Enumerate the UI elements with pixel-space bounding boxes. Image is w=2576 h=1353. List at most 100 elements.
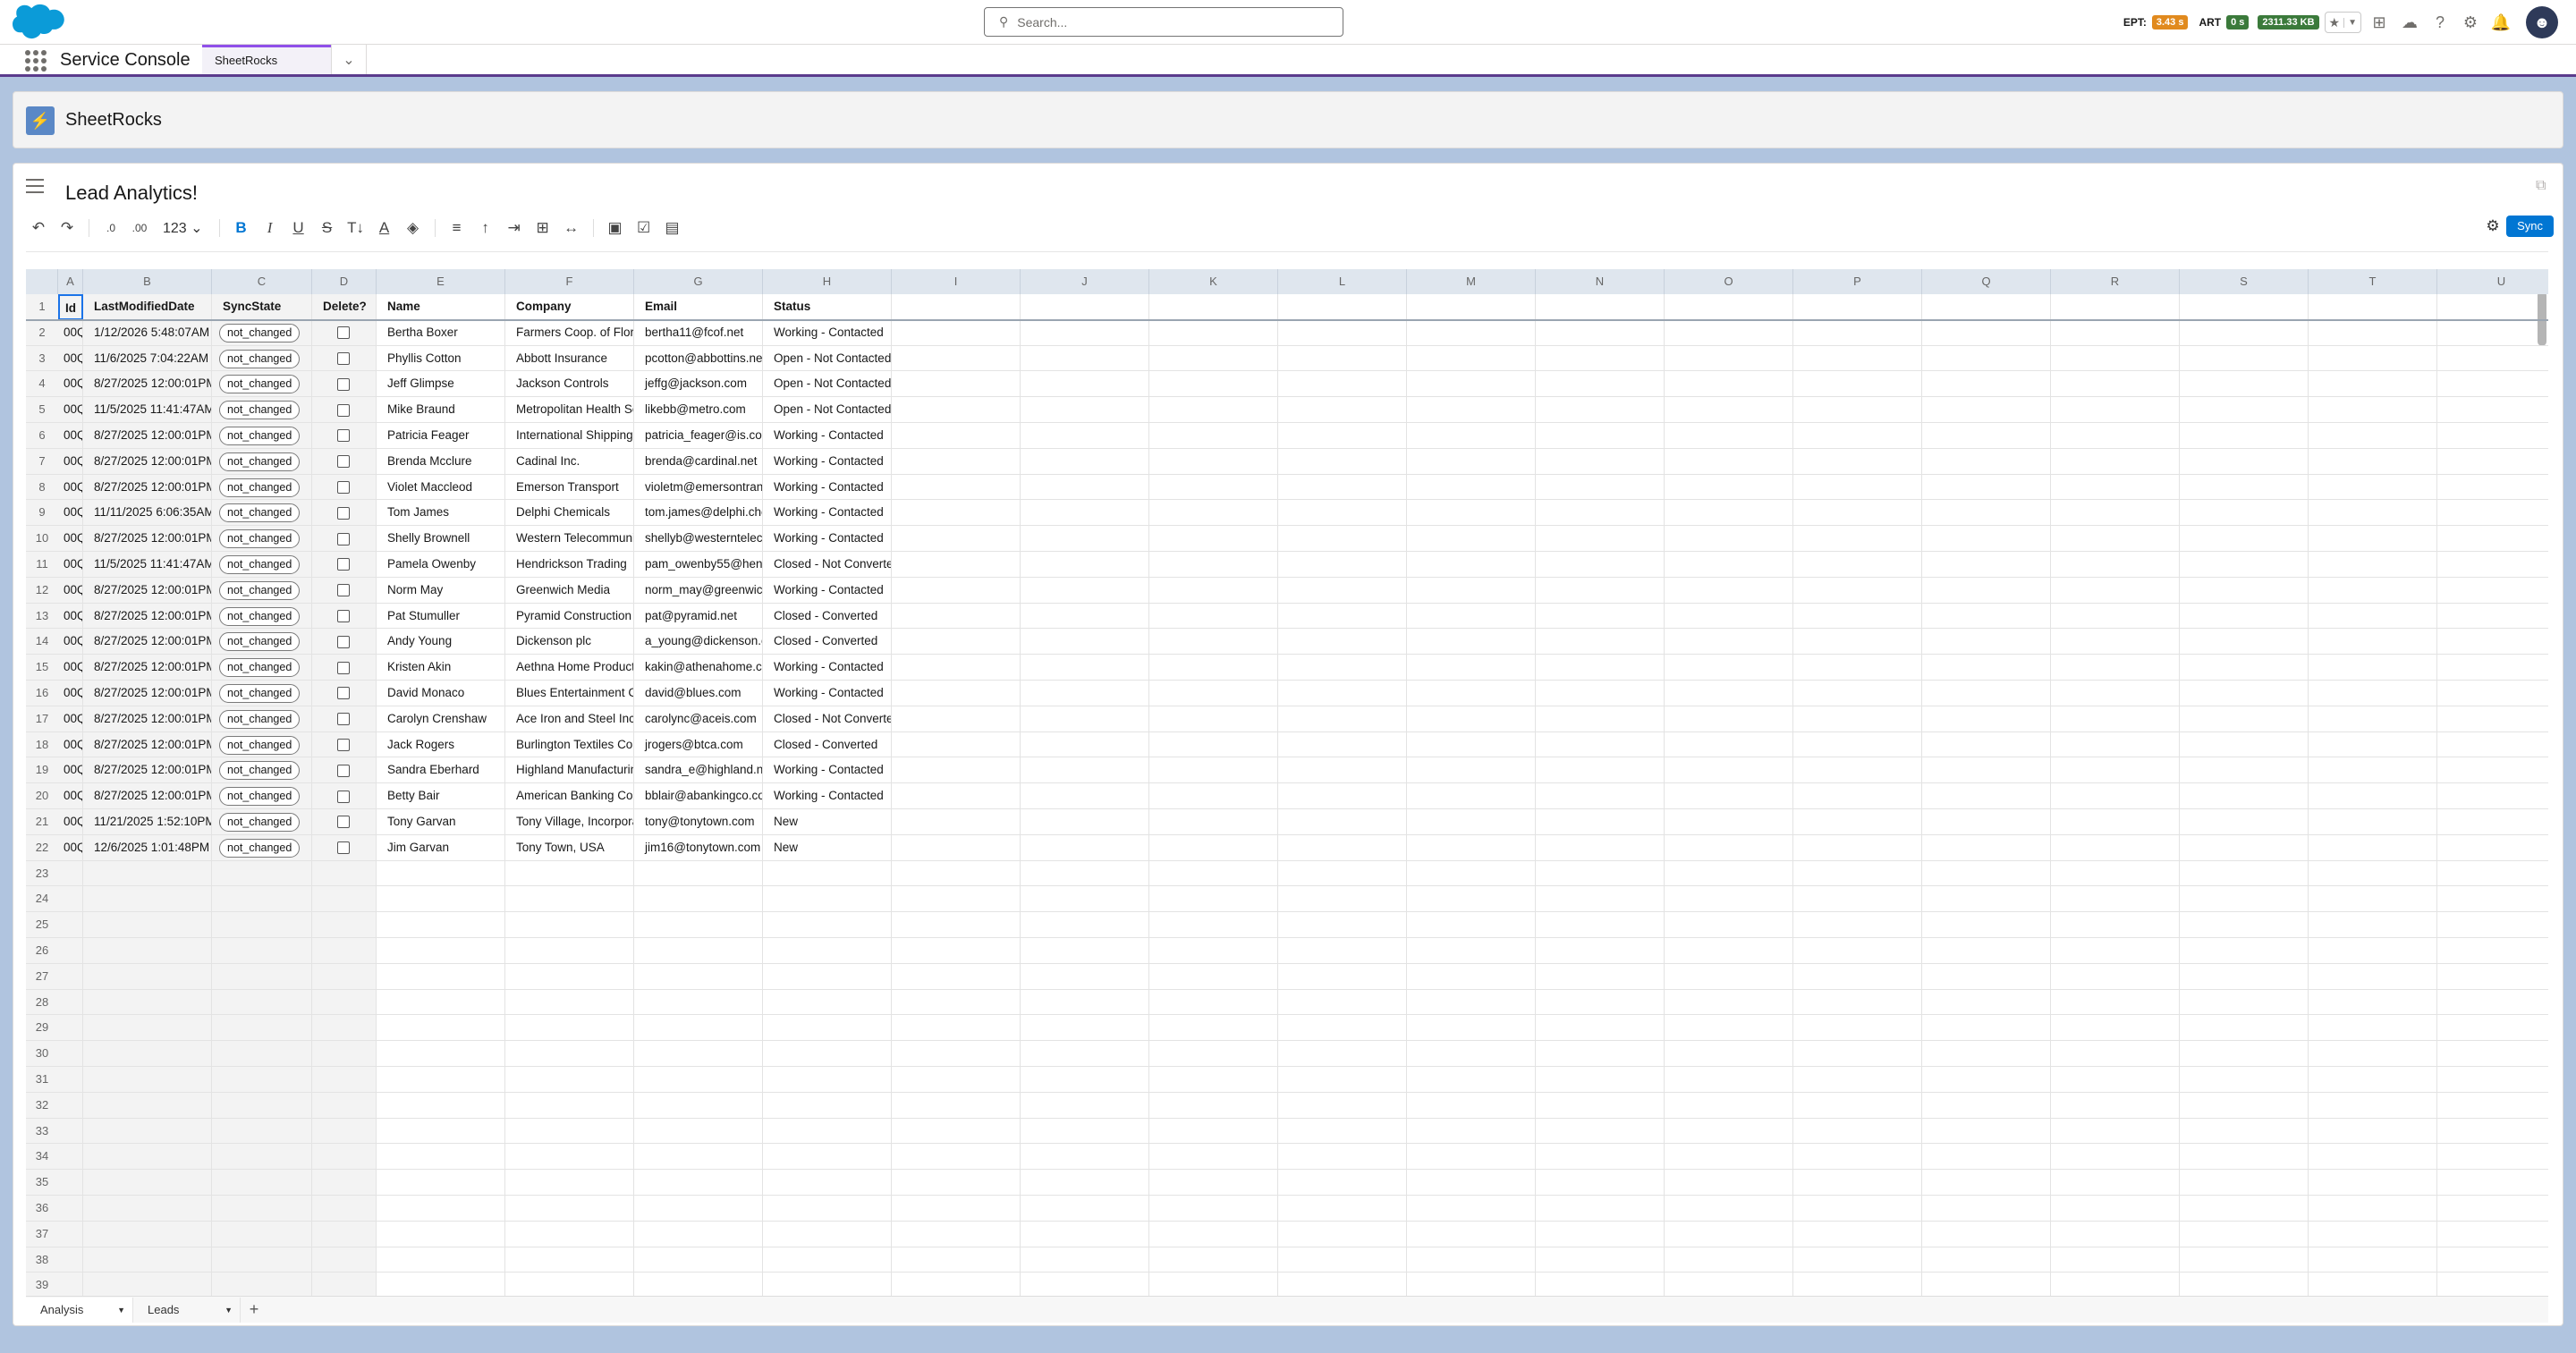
grid-cell[interactable] — [634, 1221, 763, 1247]
grid-cell[interactable] — [312, 1196, 377, 1222]
grid-cell[interactable]: Jeff Glimpse — [377, 371, 505, 398]
grid-cell[interactable] — [1278, 603, 1407, 630]
grid-cell[interactable] — [763, 886, 892, 913]
grid-cell[interactable]: tom.james@delphi.chemicals.com — [634, 500, 763, 527]
delete-checkbox[interactable] — [337, 326, 350, 340]
grid-cell[interactable] — [58, 1092, 83, 1119]
grid-cell[interactable] — [2309, 938, 2437, 964]
grid-cell[interactable] — [1665, 423, 1793, 449]
grid-cell[interactable] — [763, 938, 892, 964]
delete-checkbox[interactable] — [337, 790, 350, 803]
grid-cell[interactable] — [1021, 963, 1149, 990]
row-header[interactable]: 11 — [26, 552, 58, 578]
align-left-icon[interactable]: ≡ — [443, 216, 471, 241]
global-search-input[interactable]: ⚲ Search... — [984, 7, 1343, 37]
grid-cell[interactable]: 8/27/2025 12:00:01PM — [83, 681, 212, 706]
row-header[interactable]: 3 — [26, 345, 58, 372]
row-header[interactable]: 20 — [26, 783, 58, 809]
grid-cell[interactable] — [1536, 1221, 1665, 1247]
column-header[interactable]: O — [1665, 269, 1793, 294]
grid-cell[interactable]: Jim Garvan — [377, 834, 505, 861]
grid-cell[interactable] — [2437, 423, 2548, 449]
delete-checkbox[interactable] — [337, 506, 350, 520]
grid-cell[interactable]: Working - Contacted — [763, 655, 892, 681]
grid-cell[interactable] — [1278, 1041, 1407, 1067]
grid-cell[interactable] — [2437, 500, 2548, 527]
grid-cell[interactable] — [1149, 1041, 1278, 1067]
grid-cell[interactable] — [505, 1196, 634, 1222]
grid-cell[interactable] — [2437, 604, 2548, 630]
grid-cell[interactable] — [2051, 1041, 2180, 1067]
grid-cell[interactable]: Shelly Brownell — [377, 526, 505, 552]
grid-cell[interactable] — [1793, 655, 1922, 681]
grid-cell[interactable] — [2051, 1170, 2180, 1196]
grid-cell[interactable] — [2180, 681, 2309, 706]
grid-cell[interactable] — [1536, 526, 1665, 552]
row-header[interactable]: 33 — [26, 1118, 58, 1145]
grid-cell[interactable] — [1149, 552, 1278, 578]
grid-cell[interactable] — [2051, 603, 2180, 630]
grid-cell[interactable] — [1278, 886, 1407, 913]
grid-cell[interactable]: pcotton@abbottins.net — [634, 345, 763, 372]
grid-cell[interactable] — [892, 912, 1021, 938]
grid-cell[interactable] — [212, 1118, 312, 1145]
grid-cell[interactable]: Emerson Transport — [505, 474, 634, 501]
grid-cell[interactable] — [1278, 783, 1407, 809]
column-header[interactable]: K — [1149, 269, 1278, 294]
grid-cell[interactable] — [1793, 938, 1922, 964]
grid-cell[interactable] — [892, 1221, 1021, 1247]
grid-cell[interactable] — [2309, 1221, 2437, 1247]
grid-cell[interactable] — [505, 886, 634, 913]
grid-cell[interactable] — [1793, 912, 1922, 938]
grid-cell[interactable] — [312, 603, 377, 630]
grid-cell[interactable]: Working - Contacted — [763, 526, 892, 552]
grid-cell[interactable] — [312, 371, 377, 398]
grid-cell[interactable] — [2051, 834, 2180, 861]
grid-cell[interactable]: Phyllis Cotton — [377, 345, 505, 372]
grid-cell[interactable]: Blues Entertainment Corp. — [505, 681, 634, 706]
grid-cell[interactable] — [58, 1273, 83, 1296]
grid-cell[interactable]: 8/27/2025 12:00:01PM — [83, 371, 212, 398]
grid-cell[interactable] — [1922, 294, 2051, 320]
grid-cell[interactable] — [1407, 1144, 1536, 1171]
grid-cell[interactable]: Betty Bair — [377, 783, 505, 809]
grid-cell[interactable] — [634, 1170, 763, 1196]
decrease-decimal-icon[interactable]: .0 — [97, 216, 125, 241]
grid-cell[interactable] — [58, 1015, 83, 1042]
grid-cell[interactable] — [2051, 1067, 2180, 1093]
grid-cell[interactable] — [1793, 577, 1922, 604]
grid-cell[interactable] — [58, 860, 83, 887]
grid-cell[interactable] — [2437, 706, 2548, 732]
grid-cell[interactable] — [1021, 629, 1149, 655]
grid-cell[interactable] — [892, 1015, 1021, 1042]
grid-cell[interactable] — [1536, 345, 1665, 372]
grid-cell[interactable] — [2309, 294, 2437, 320]
grid-cell[interactable]: Closed - Converted — [763, 603, 892, 630]
grid-cell[interactable] — [2051, 809, 2180, 835]
grid-cell[interactable] — [2051, 1273, 2180, 1296]
grid-cell[interactable] — [763, 1170, 892, 1196]
grid-cell[interactable]: not_changed — [212, 809, 312, 835]
grid-cell[interactable] — [2180, 1221, 2309, 1247]
grid-cell[interactable] — [2180, 345, 2309, 372]
grid-cell[interactable] — [2309, 345, 2437, 372]
delete-checkbox[interactable] — [337, 352, 350, 366]
grid-cell[interactable]: Working - Contacted — [763, 500, 892, 527]
global-actions-icon[interactable]: ⊞ — [2367, 10, 2392, 35]
grid-cell[interactable] — [1536, 1067, 1665, 1093]
grid-cell[interactable] — [1278, 860, 1407, 887]
grid-cell[interactable] — [1793, 706, 1922, 732]
grid-cell[interactable] — [2180, 834, 2309, 861]
grid-cell[interactable] — [1793, 1092, 1922, 1119]
grid-cell[interactable]: not_changed — [212, 474, 312, 501]
grid-cell[interactable] — [1665, 757, 1793, 784]
grid-cell[interactable] — [892, 938, 1021, 964]
grid-cell[interactable]: 00Q — [58, 783, 83, 809]
grid-cell[interactable] — [1665, 1092, 1793, 1119]
grid-cell[interactable]: tony@tonytown.com — [634, 809, 763, 835]
grid-cell[interactable] — [1665, 1118, 1793, 1145]
grid-cell[interactable] — [505, 1273, 634, 1296]
grid-cell[interactable]: Western Telecommunications Corp. — [505, 526, 634, 552]
grid-cell[interactable]: not_changed — [212, 731, 312, 758]
grid-cell[interactable] — [1536, 757, 1665, 784]
